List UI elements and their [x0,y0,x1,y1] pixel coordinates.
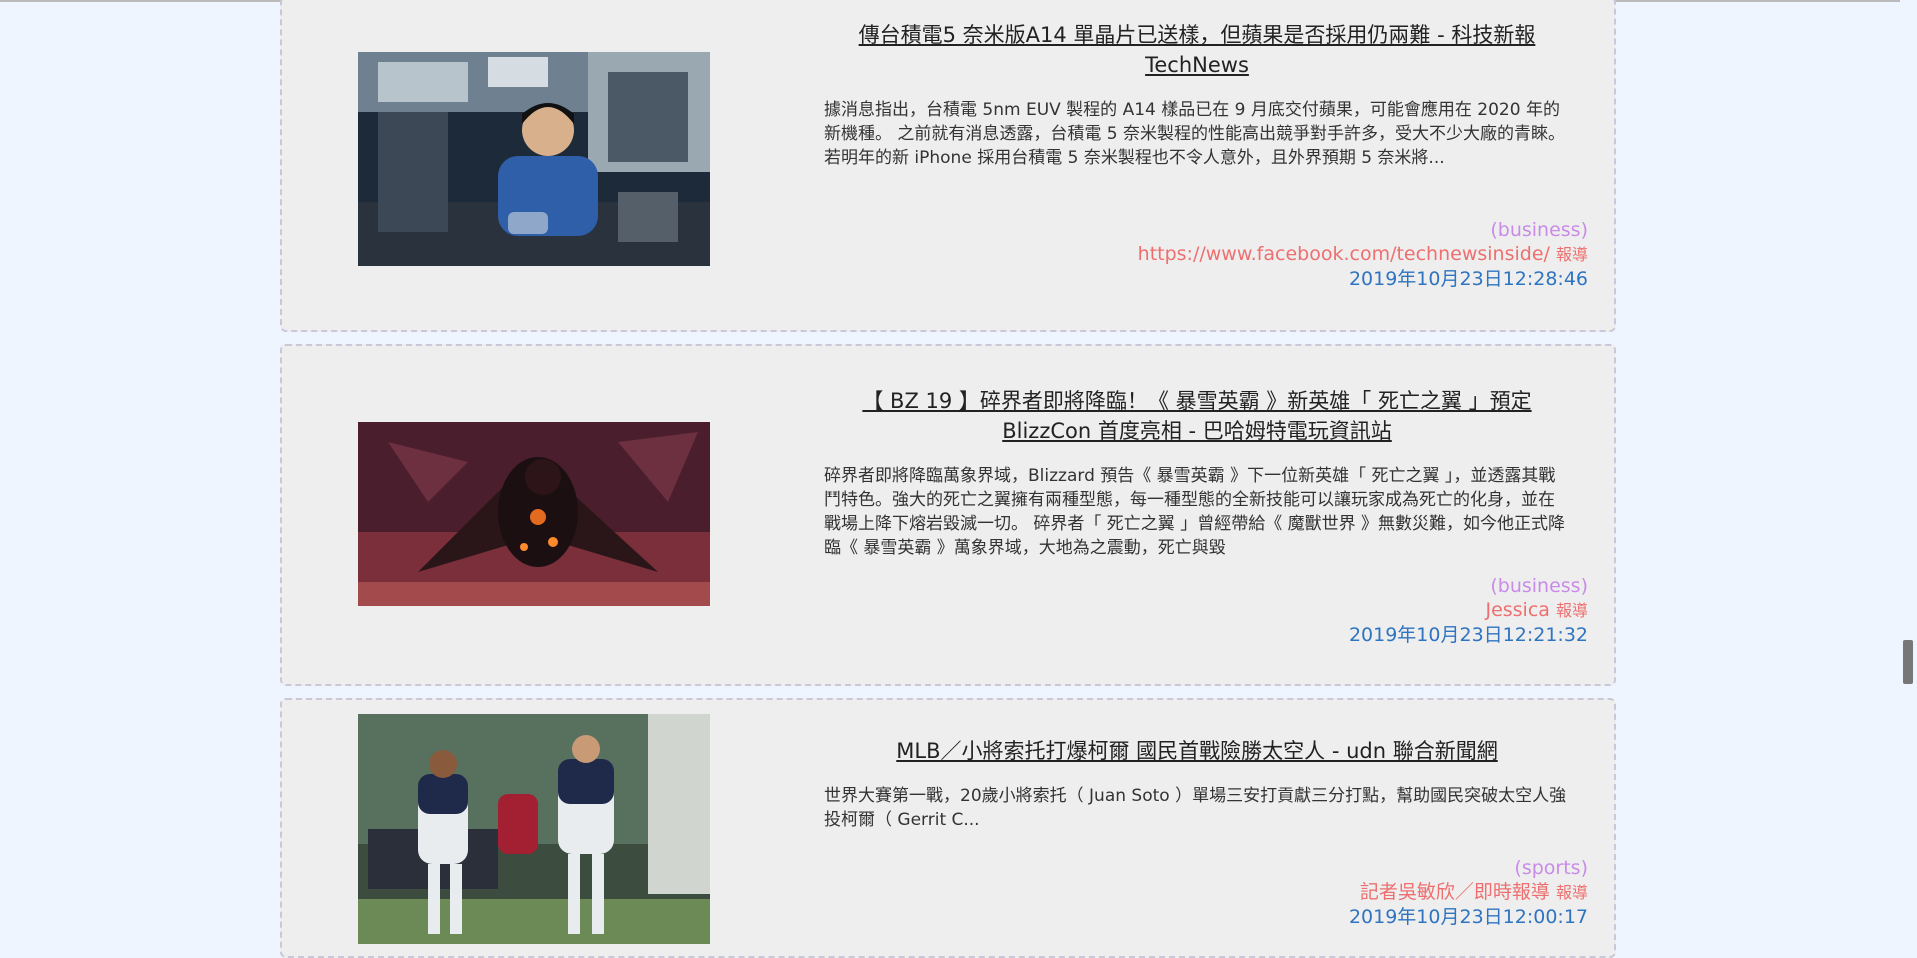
article-reporter: Jessica 報導 [1349,598,1588,623]
article-description: 碎界者即將降臨萬象界域，Blizzard 預告《 暴雪英霸 》下一位新英雄「 死… [824,466,1566,558]
article-card: 傳台積電5 奈米版A14 單晶片已送樣，但蘋果是否採用仍兩難 - 科技新報 Te… [280,0,1616,332]
article-title-link[interactable]: 傳台積電5 奈米版A14 單晶片已送樣，但蘋果是否採用仍兩難 - 科技新報 Te… [824,20,1570,80]
scrollbar-thumb[interactable] [1903,640,1913,684]
reporter-name: Jessica [1485,599,1550,621]
article-title-link[interactable]: 【 BZ 19 】碎界者即將降臨！《 暴雪英霸 》新英雄「 死亡之翼 」預定 B… [824,386,1570,446]
article-category: (sports) [1514,857,1588,879]
page-scrollbar[interactable] [1900,0,1917,939]
reporter-name: https://www.facebook.com/technewsinside/ [1137,243,1550,265]
article-reporter: 記者吳敏欣／即時報導 報導 [1349,880,1588,905]
article-category: (business) [1490,219,1588,241]
article-title-link[interactable]: MLB／小將索托打爆柯爾 國民首戰險勝太空人 - udn 聯合新聞網 [824,736,1570,766]
article-card: MLB／小將索托打爆柯爾 國民首戰險勝太空人 - udn 聯合新聞網 世界大賽第… [280,698,1616,958]
reporter-suffix: 報導 [1555,245,1588,264]
baseball-players-photo-icon [358,714,710,944]
article-date: 2019年10月23日12:28:46 [1348,268,1588,290]
article-date: 2019年10月23日12:00:17 [1348,906,1588,928]
article-category: (business) [1490,575,1588,597]
article-description: 據消息指出，台積電 5nm EUV 製程的 A14 樣品已在 9 月底交付蘋果，… [824,100,1566,168]
article-card: 【 BZ 19 】碎界者即將降臨！《 暴雪英霸 》新英雄「 死亡之翼 」預定 B… [280,344,1616,686]
article-image[interactable] [358,422,710,606]
article-reporter: https://www.facebook.com/technewsinside/… [1138,242,1588,267]
reporter-suffix: 報導 [1555,883,1588,902]
article-image[interactable] [358,714,710,944]
reporter-suffix: 報導 [1555,601,1588,620]
dragon-artwork-icon [358,422,710,606]
article-date: 2019年10月23日12:21:32 [1348,624,1588,646]
article-description: 世界大賽第一戰，20歲小將索托（ Juan Soto ）單場三安打貢獻三分打點，… [824,786,1567,830]
reporter-name: 記者吳敏欣／即時報導 [1359,881,1550,903]
engineer-photo-icon [358,52,710,266]
article-image[interactable] [358,52,710,266]
